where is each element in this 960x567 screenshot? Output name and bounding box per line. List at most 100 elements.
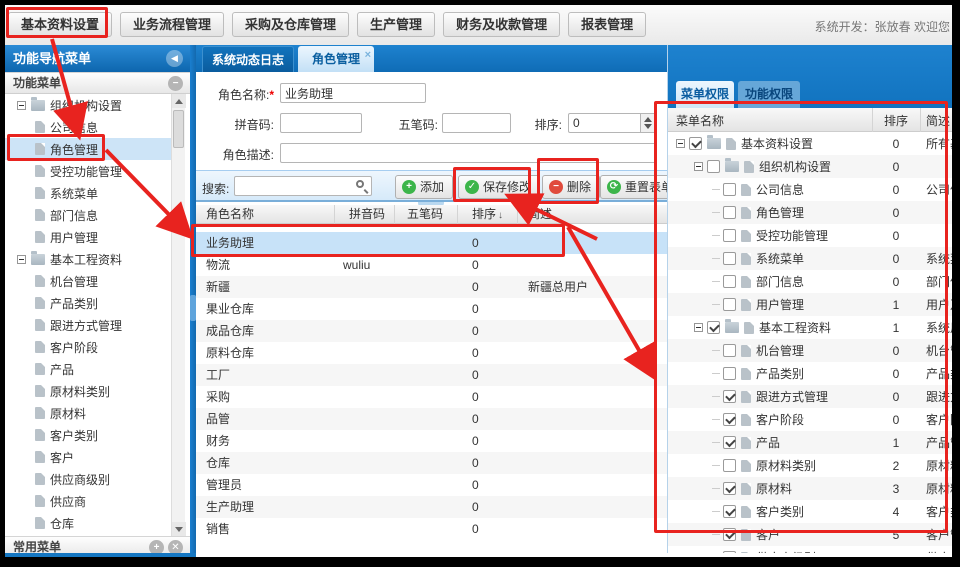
permission-tree-row[interactable]: 基本工程资料 1 系统用 (668, 316, 952, 339)
column-header-desc[interactable]: 简述 (518, 205, 667, 224)
sidebar-tree-item[interactable]: 客户阶段 (5, 336, 171, 358)
permission-checkbox[interactable] (723, 229, 736, 242)
table-row[interactable]: 管理员 0 (196, 474, 667, 496)
table-row[interactable]: 物流 wuliu 0 (196, 254, 667, 276)
table-row[interactable]: 采购 0 (196, 386, 667, 408)
permission-checkbox[interactable] (723, 390, 736, 403)
permission-tree-row[interactable]: 机台管理 0 机台管 (668, 339, 952, 362)
tab-menu-permissions[interactable]: 菜单权限 (676, 81, 734, 108)
tree-collapse-icon[interactable] (17, 255, 26, 264)
scrollbar-thumb[interactable] (173, 110, 184, 148)
sidebar-tree-item[interactable]: 组织机构设置 (5, 94, 171, 116)
pinyin-input[interactable] (280, 113, 362, 133)
permission-tree-row[interactable]: 组织机构设置 0 (668, 155, 952, 178)
column-header-menu-name[interactable]: 菜单名称 (676, 112, 724, 129)
column-header-sort[interactable]: 排序↓ (458, 205, 518, 224)
column-header-desc[interactable]: 简述 (926, 112, 950, 129)
permission-tree-row[interactable]: 跟进方式管理 0 跟进方 (668, 385, 952, 408)
permission-checkbox[interactable] (723, 436, 736, 449)
permission-tree-row[interactable]: 受控功能管理 0 (668, 224, 952, 247)
column-header-name[interactable]: 角色名称 (196, 205, 335, 224)
sidebar-tree-item[interactable]: 用户管理 (5, 226, 171, 248)
column-header-sort[interactable]: 排序 (872, 112, 920, 129)
sidebar-tree-item[interactable]: 产品 (5, 358, 171, 380)
wubi-input[interactable] (442, 113, 511, 133)
sidebar-tree-item[interactable]: 供应商 (5, 490, 171, 512)
permission-checkbox[interactable] (723, 206, 736, 219)
add-button[interactable]: + 添加 (395, 175, 453, 199)
sidebar-tree-item[interactable]: 角色管理 (5, 138, 171, 160)
table-row[interactable]: 品管 0 (196, 408, 667, 430)
permission-checkbox[interactable] (723, 275, 736, 288)
tree-collapse-icon[interactable] (676, 139, 685, 148)
tree-collapse-icon[interactable] (694, 162, 703, 171)
permission-checkbox[interactable] (723, 551, 736, 553)
search-input[interactable] (234, 176, 372, 196)
permission-tree-row[interactable]: 产品 1 产品管 (668, 431, 952, 454)
permission-checkbox[interactable] (707, 160, 720, 173)
sidebar-tree-item[interactable]: 客户类别 (5, 424, 171, 446)
column-header-wubi[interactable]: 五笔码 (395, 205, 458, 224)
sidebar-tree-item[interactable]: 受控功能管理 (5, 160, 171, 182)
spinner-up-icon[interactable] (644, 117, 652, 122)
collapse-sidebar-icon[interactable]: ◀ (166, 50, 183, 67)
top-menu-button[interactable]: 业务流程管理 (120, 12, 224, 37)
permission-tree-row[interactable]: 用户管理 1 用户及 (668, 293, 952, 316)
table-row[interactable]: 仓库 0 (196, 452, 667, 474)
permission-checkbox[interactable] (723, 505, 736, 518)
sidebar-tree-item[interactable]: 基本工程资料 (5, 248, 171, 270)
permission-tree-row[interactable]: 客户 5 客户管 (668, 523, 952, 546)
table-row[interactable]: 生产助理 0 (196, 496, 667, 518)
permission-tree-row[interactable]: 客户阶段 0 客户阶 (668, 408, 952, 431)
sort-spinner-input[interactable] (568, 113, 641, 133)
scroll-up-button[interactable] (172, 94, 186, 108)
table-row[interactable]: 业务助理 0 (196, 232, 667, 254)
sidebar-tree-item[interactable]: 产品类别 (5, 292, 171, 314)
permission-tree-row[interactable]: 公司信息 0 公司信 (668, 178, 952, 201)
permission-checkbox[interactable] (723, 344, 736, 357)
permission-tree-row[interactable]: 供应商级别 6 供应商 (668, 546, 952, 553)
permission-tree-row[interactable]: 产品类别 0 产品类 (668, 362, 952, 385)
sidebar-tree-item[interactable]: 原材料 (5, 402, 171, 424)
permission-checkbox[interactable] (723, 183, 736, 196)
top-menu-button[interactable]: 财务及收款管理 (443, 12, 560, 37)
function-menu-section-bar[interactable]: 功能菜单 − (5, 72, 190, 94)
sidebar-tree-item[interactable]: 部门信息 (5, 204, 171, 226)
sidebar-tree-item[interactable]: 仓库 (5, 512, 171, 534)
top-menu-button[interactable]: 采购及仓库管理 (232, 12, 349, 37)
permission-tree-row[interactable]: 系统菜单 0 系统菜 (668, 247, 952, 270)
sidebar-scrollbar[interactable] (171, 94, 185, 536)
permission-tree-row[interactable]: 原材料类别 2 原材料 (668, 454, 952, 477)
role-name-input[interactable] (280, 83, 426, 103)
permission-tree-row[interactable]: 部门信息 0 部门信 (668, 270, 952, 293)
table-row[interactable]: 果业仓库 0 (196, 298, 667, 320)
sidebar-tree-item[interactable]: 供应商级别 (5, 468, 171, 490)
sidebar-tree-item[interactable]: 原材料类别 (5, 380, 171, 402)
table-row[interactable]: 销售 0 (196, 518, 667, 540)
permission-tree-row[interactable]: 角色管理 0 (668, 201, 952, 224)
collapse-section-icon[interactable]: − (168, 76, 183, 91)
top-menu-button[interactable]: 生产管理 (357, 12, 435, 37)
table-row[interactable]: 新疆 0 新疆总用户 (196, 276, 667, 298)
table-row[interactable]: 原料仓库 0 (196, 342, 667, 364)
permission-tree-row[interactable]: 原材料 3 原材料 (668, 477, 952, 500)
tab-close-icon[interactable]: × (365, 42, 371, 68)
top-menu-button[interactable]: 基本资料设置 (8, 12, 112, 37)
tab-role-management[interactable]: 角色管理 × (298, 46, 374, 72)
tab-system-log[interactable]: 系统动态日志 (202, 46, 294, 72)
tree-collapse-icon[interactable] (17, 101, 26, 110)
top-menu-button[interactable]: 报表管理 (568, 12, 646, 37)
permission-checkbox[interactable] (723, 482, 736, 495)
permission-checkbox[interactable] (689, 137, 702, 150)
search-icon[interactable] (356, 180, 364, 188)
permission-checkbox[interactable] (707, 321, 720, 334)
table-row[interactable]: 财务 0 (196, 430, 667, 452)
permission-tree-row[interactable]: 客户类别 4 客户类 (668, 500, 952, 523)
permission-checkbox[interactable] (723, 367, 736, 380)
permission-checkbox[interactable] (723, 252, 736, 265)
permission-checkbox[interactable] (723, 413, 736, 426)
column-header-pinyin[interactable]: 拼音码 (335, 205, 395, 224)
scroll-down-button[interactable] (172, 522, 186, 536)
tab-function-permissions[interactable]: 功能权限 (738, 81, 800, 108)
sidebar-tree-item[interactable]: 跟进方式管理 (5, 314, 171, 336)
